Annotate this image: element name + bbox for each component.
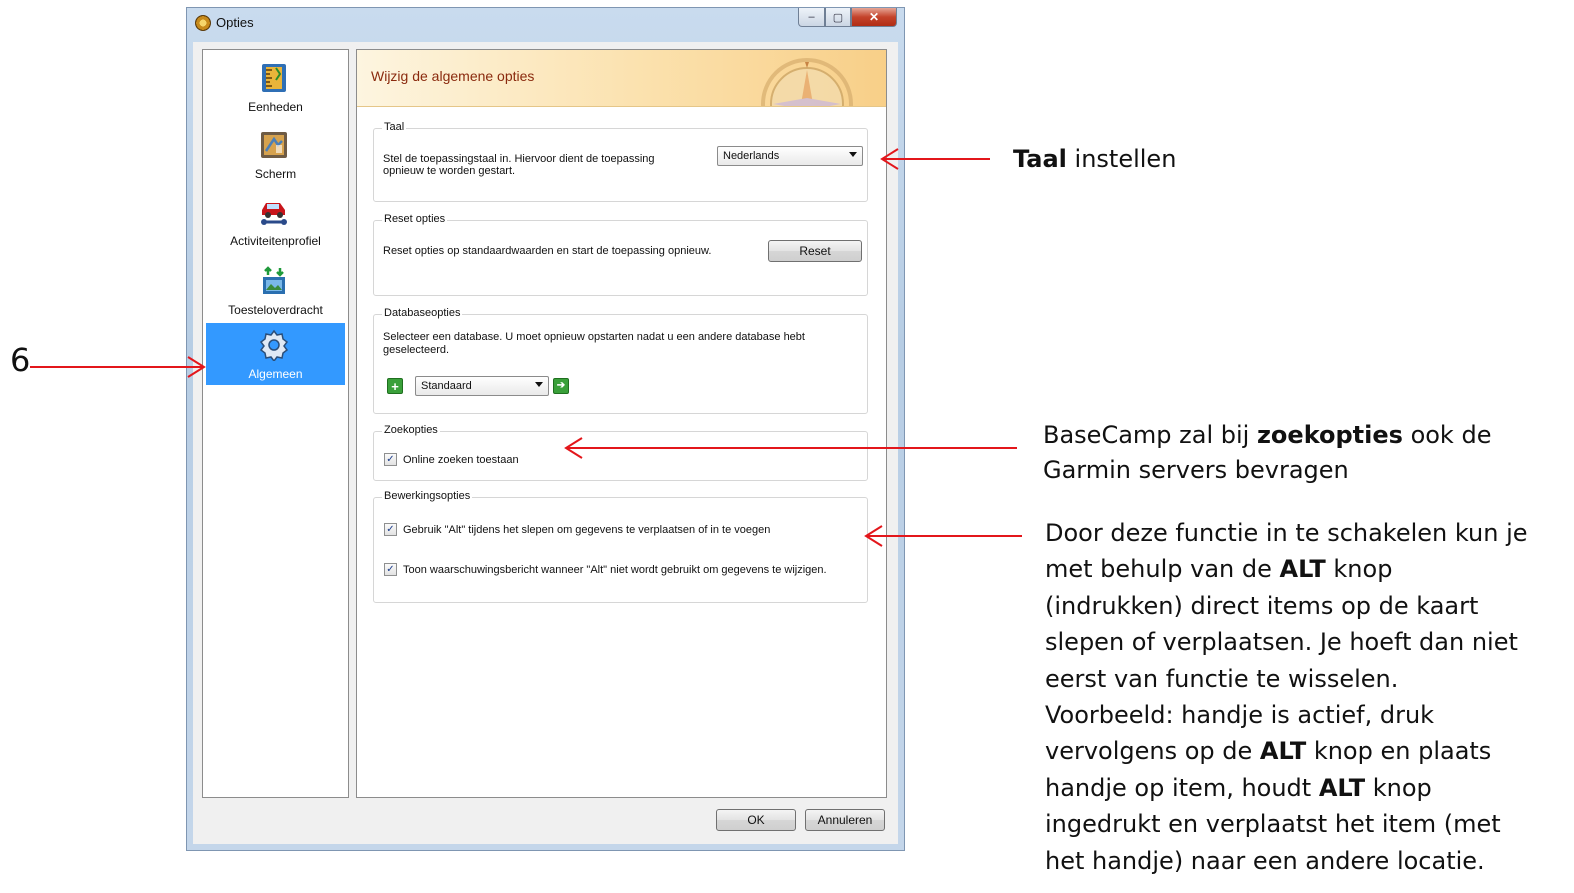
annotation-text: knop <box>1365 773 1432 802</box>
annotation-alt-line: het handje) naar een andere locatie. <box>1045 846 1485 875</box>
annotation-text: ook de <box>1402 421 1492 449</box>
annotation-taal-rest: instellen <box>1066 145 1177 173</box>
annotation-alt-line: slepen of verplaatsen. Je hoeft dan niet <box>1045 628 1518 657</box>
annotation-text: BaseCamp zal bij <box>1043 421 1257 449</box>
annotation-bold: ALT <box>1259 737 1307 766</box>
annotation-alt-line: (indrukken) direct items op de kaart <box>1045 591 1479 620</box>
annotation-zoek-line1: BaseCamp zal bij zoekopties ook de <box>1043 418 1563 453</box>
annotation-alt-line: vervolgens op de ALT knop en plaats <box>1045 733 1573 769</box>
annotation-bold: ALT <box>1279 555 1326 584</box>
annotation-text: met behulp van de <box>1045 555 1280 584</box>
annotation-text: handje op item, houdt <box>1045 773 1319 802</box>
annotation-taal-bold: Taal <box>1013 145 1067 173</box>
annotation-alt-line: ingedrukt en verplaatst het item (met <box>1045 810 1501 839</box>
annotation-alt-line: met behulp van de ALT knop <box>1045 551 1573 587</box>
annotation-alt-line: eerst van functie te wisselen. <box>1045 664 1399 693</box>
arrow-to-taal <box>880 148 990 170</box>
annotation-alt-line: handje op item, houdt ALT knop <box>1045 770 1573 806</box>
annotation-bold: ALT <box>1318 773 1366 802</box>
annotation-text: knop <box>1325 555 1393 584</box>
annotation-bold: zoekopties <box>1256 421 1403 449</box>
annotation-text: vervolgens op de <box>1045 737 1260 766</box>
annotation-text: knop en plaats <box>1306 737 1492 766</box>
annotation-number: 6 <box>10 341 31 379</box>
annotation-alt: Door deze functie in te schakelen kun je… <box>1045 515 1573 879</box>
arrow-to-algemeen <box>30 356 206 378</box>
annotation-zoekopties: BaseCamp zal bij zoekopties ook de Garmi… <box>1043 418 1563 488</box>
arrow-to-bewerkingsopties <box>864 525 1022 547</box>
annotation-taal: Taal instellen <box>1013 145 1176 173</box>
annotation-alt-line: Door deze functie in te schakelen kun je <box>1045 519 1528 547</box>
annotation-alt-line: Voorbeeld: handje is actief, druk <box>1045 701 1435 730</box>
annotation-zoek-line2: Garmin servers bevragen <box>1043 456 1349 484</box>
arrow-to-zoekopties <box>564 437 1017 459</box>
